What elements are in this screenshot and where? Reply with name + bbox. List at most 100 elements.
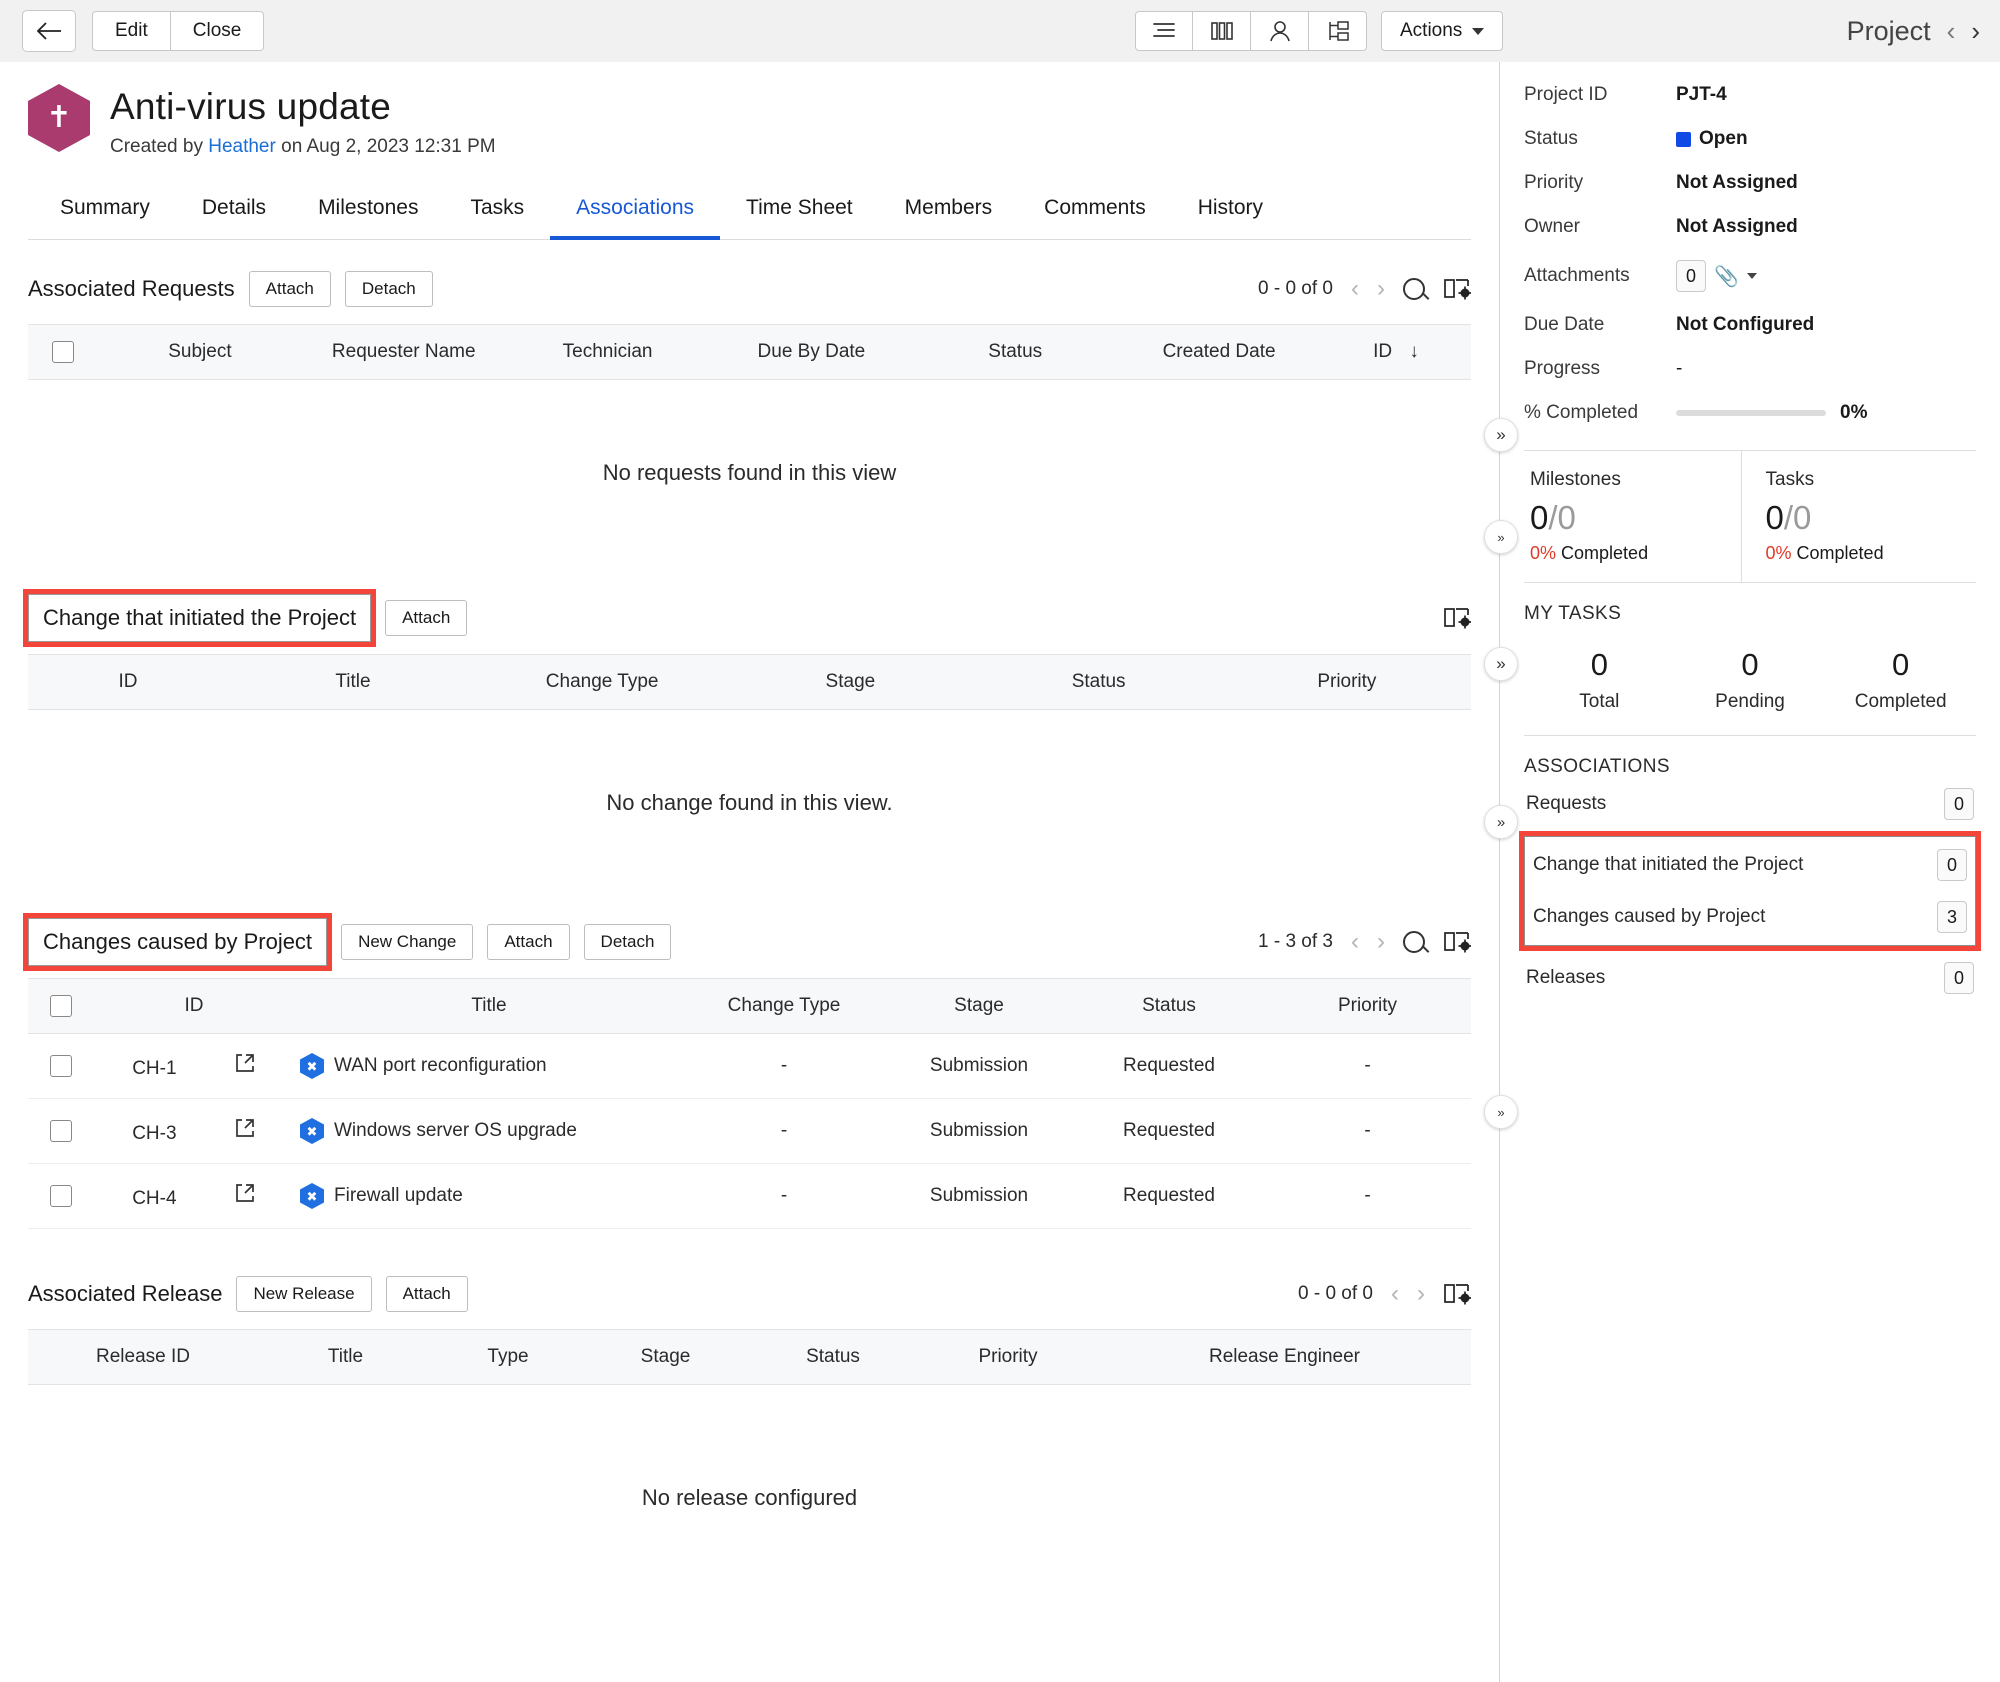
- chevron-down-icon[interactable]: [1747, 273, 1757, 279]
- table-row[interactable]: CH-3 ✖ Windows server OS upgrade -: [28, 1099, 1471, 1164]
- association-change-initiated[interactable]: Change that initiated the Project 0: [1531, 839, 1969, 891]
- edit-button[interactable]: Edit: [92, 11, 171, 51]
- table-row[interactable]: CH-1 ✖ WAN port reconfiguration -: [28, 1034, 1471, 1099]
- creator-link[interactable]: Heather: [208, 136, 276, 157]
- milestones-count: 0/0: [1530, 499, 1741, 537]
- col-release-engineer[interactable]: Release Engineer: [1098, 1330, 1471, 1385]
- panel-resize-handle-2[interactable]: »: [1484, 1095, 1518, 1129]
- association-releases[interactable]: Releases 0: [1524, 952, 1976, 1004]
- tab-time-sheet[interactable]: Time Sheet: [720, 184, 879, 240]
- row-checkbox[interactable]: [50, 1120, 72, 1142]
- row-checkbox[interactable]: [50, 1185, 72, 1207]
- requests-prev-page-icon[interactable]: ‹: [1351, 277, 1359, 301]
- col-changes-status[interactable]: Status: [1074, 979, 1264, 1034]
- panel-collapse-handle-2[interactable]: »: [1484, 647, 1518, 681]
- col-change-type[interactable]: Change Type: [478, 655, 726, 710]
- association-count[interactable]: 3: [1937, 901, 1967, 933]
- col-subject[interactable]: Subject: [98, 325, 302, 380]
- tab-summary[interactable]: Summary: [34, 184, 176, 240]
- col-change-id[interactable]: ID: [28, 655, 228, 710]
- open-in-new-tab-icon[interactable]: [234, 1182, 256, 1210]
- association-count[interactable]: 0: [1944, 788, 1974, 820]
- col-technician[interactable]: Technician: [506, 325, 710, 380]
- col-status[interactable]: Status: [913, 325, 1117, 380]
- tab-members[interactable]: Members: [879, 184, 1019, 240]
- tab-comments[interactable]: Comments: [1018, 184, 1172, 240]
- col-changes-type[interactable]: Change Type: [684, 979, 884, 1034]
- row-checkbox[interactable]: [50, 1055, 72, 1077]
- change-initiated-attach-button[interactable]: Attach: [385, 600, 467, 636]
- requests-next-page-icon[interactable]: ›: [1377, 277, 1385, 301]
- requests-detach-button[interactable]: Detach: [345, 271, 433, 307]
- changes-caused-detach-button[interactable]: Detach: [584, 924, 672, 960]
- prev-record-button[interactable]: ‹: [1947, 18, 1956, 44]
- tab-history[interactable]: History: [1172, 184, 1289, 240]
- close-button[interactable]: Close: [171, 11, 265, 51]
- tab-associations[interactable]: Associations: [550, 184, 720, 240]
- col-release-id[interactable]: Release ID: [28, 1330, 258, 1385]
- columns-view-icon[interactable]: [1193, 11, 1251, 51]
- release-next-page-icon[interactable]: ›: [1417, 1282, 1425, 1306]
- col-release-status[interactable]: Status: [748, 1330, 918, 1385]
- col-release-priority[interactable]: Priority: [918, 1330, 1098, 1385]
- col-changes-stage[interactable]: Stage: [884, 979, 1074, 1034]
- associated-requests-section: Associated Requests Attach Detach 0 - 0 …: [28, 266, 1471, 566]
- changes-next-page-icon[interactable]: ›: [1377, 930, 1385, 954]
- col-change-priority[interactable]: Priority: [1223, 655, 1471, 710]
- milestones-label: Milestones: [1530, 469, 1741, 491]
- new-change-button[interactable]: New Change: [341, 924, 473, 960]
- col-change-stage[interactable]: Stage: [726, 655, 974, 710]
- col-changes-priority[interactable]: Priority: [1264, 979, 1471, 1034]
- col-release-type[interactable]: Type: [433, 1330, 583, 1385]
- col-changes-id[interactable]: ID: [94, 979, 294, 1034]
- association-changes-caused[interactable]: Changes caused by Project 3: [1531, 891, 1969, 943]
- back-button[interactable]: [22, 10, 76, 52]
- requests-attach-button[interactable]: Attach: [249, 271, 331, 307]
- row-title[interactable]: Windows server OS upgrade: [334, 1120, 577, 1142]
- row-title[interactable]: WAN port reconfiguration: [334, 1055, 547, 1077]
- col-change-title[interactable]: Title: [228, 655, 478, 710]
- table-row[interactable]: CH-4 ✖ Firewall update - Sub: [28, 1164, 1471, 1229]
- attachment-count[interactable]: 0: [1676, 260, 1706, 292]
- new-release-button[interactable]: New Release: [236, 1276, 371, 1312]
- tab-details[interactable]: Details: [176, 184, 292, 240]
- select-all-checkbox[interactable]: [52, 341, 74, 363]
- release-column-settings-icon[interactable]: [1443, 1282, 1471, 1306]
- col-change-status[interactable]: Status: [975, 655, 1223, 710]
- requests-search-icon[interactable]: [1403, 278, 1425, 300]
- row-title[interactable]: Firewall update: [334, 1185, 463, 1207]
- col-changes-title[interactable]: Title: [294, 979, 684, 1034]
- open-in-new-tab-icon[interactable]: [234, 1052, 256, 1080]
- panel-collapse-handle-3[interactable]: »: [1484, 805, 1518, 839]
- panel-resize-handle-1[interactable]: »: [1484, 520, 1518, 554]
- changes-prev-page-icon[interactable]: ‹: [1351, 930, 1359, 954]
- release-prev-page-icon[interactable]: ‹: [1391, 1282, 1399, 1306]
- changes-column-settings-icon[interactable]: [1443, 930, 1471, 954]
- col-requester-name[interactable]: Requester Name: [302, 325, 506, 380]
- association-requests[interactable]: Requests 0: [1524, 778, 1976, 830]
- open-in-new-tab-icon[interactable]: [234, 1117, 256, 1145]
- col-due-by-date[interactable]: Due By Date: [709, 325, 913, 380]
- requests-column-settings-icon[interactable]: [1443, 277, 1471, 301]
- select-all-checkbox[interactable]: [50, 995, 72, 1017]
- change-initiated-column-settings-icon[interactable]: [1443, 606, 1471, 630]
- list-view-icon[interactable]: [1135, 11, 1193, 51]
- next-record-button[interactable]: ›: [1971, 18, 1980, 44]
- paperclip-icon[interactable]: 📎: [1714, 264, 1739, 289]
- user-icon[interactable]: [1251, 11, 1309, 51]
- tab-tasks[interactable]: Tasks: [444, 184, 550, 240]
- col-id[interactable]: ID ↓: [1321, 325, 1471, 380]
- hierarchy-icon[interactable]: [1309, 11, 1367, 51]
- release-attach-button[interactable]: Attach: [386, 1276, 468, 1312]
- association-count[interactable]: 0: [1944, 962, 1974, 994]
- actions-button[interactable]: Actions: [1381, 11, 1503, 51]
- association-count[interactable]: 0: [1937, 849, 1967, 881]
- tab-milestones[interactable]: Milestones: [292, 184, 444, 240]
- col-created-date[interactable]: Created Date: [1117, 325, 1321, 380]
- row-checkbox-cell: [28, 1164, 94, 1229]
- col-release-title[interactable]: Title: [258, 1330, 433, 1385]
- panel-collapse-handle-1[interactable]: »: [1484, 418, 1518, 452]
- changes-caused-attach-button[interactable]: Attach: [487, 924, 569, 960]
- changes-search-icon[interactable]: [1403, 931, 1425, 953]
- col-release-stage[interactable]: Stage: [583, 1330, 748, 1385]
